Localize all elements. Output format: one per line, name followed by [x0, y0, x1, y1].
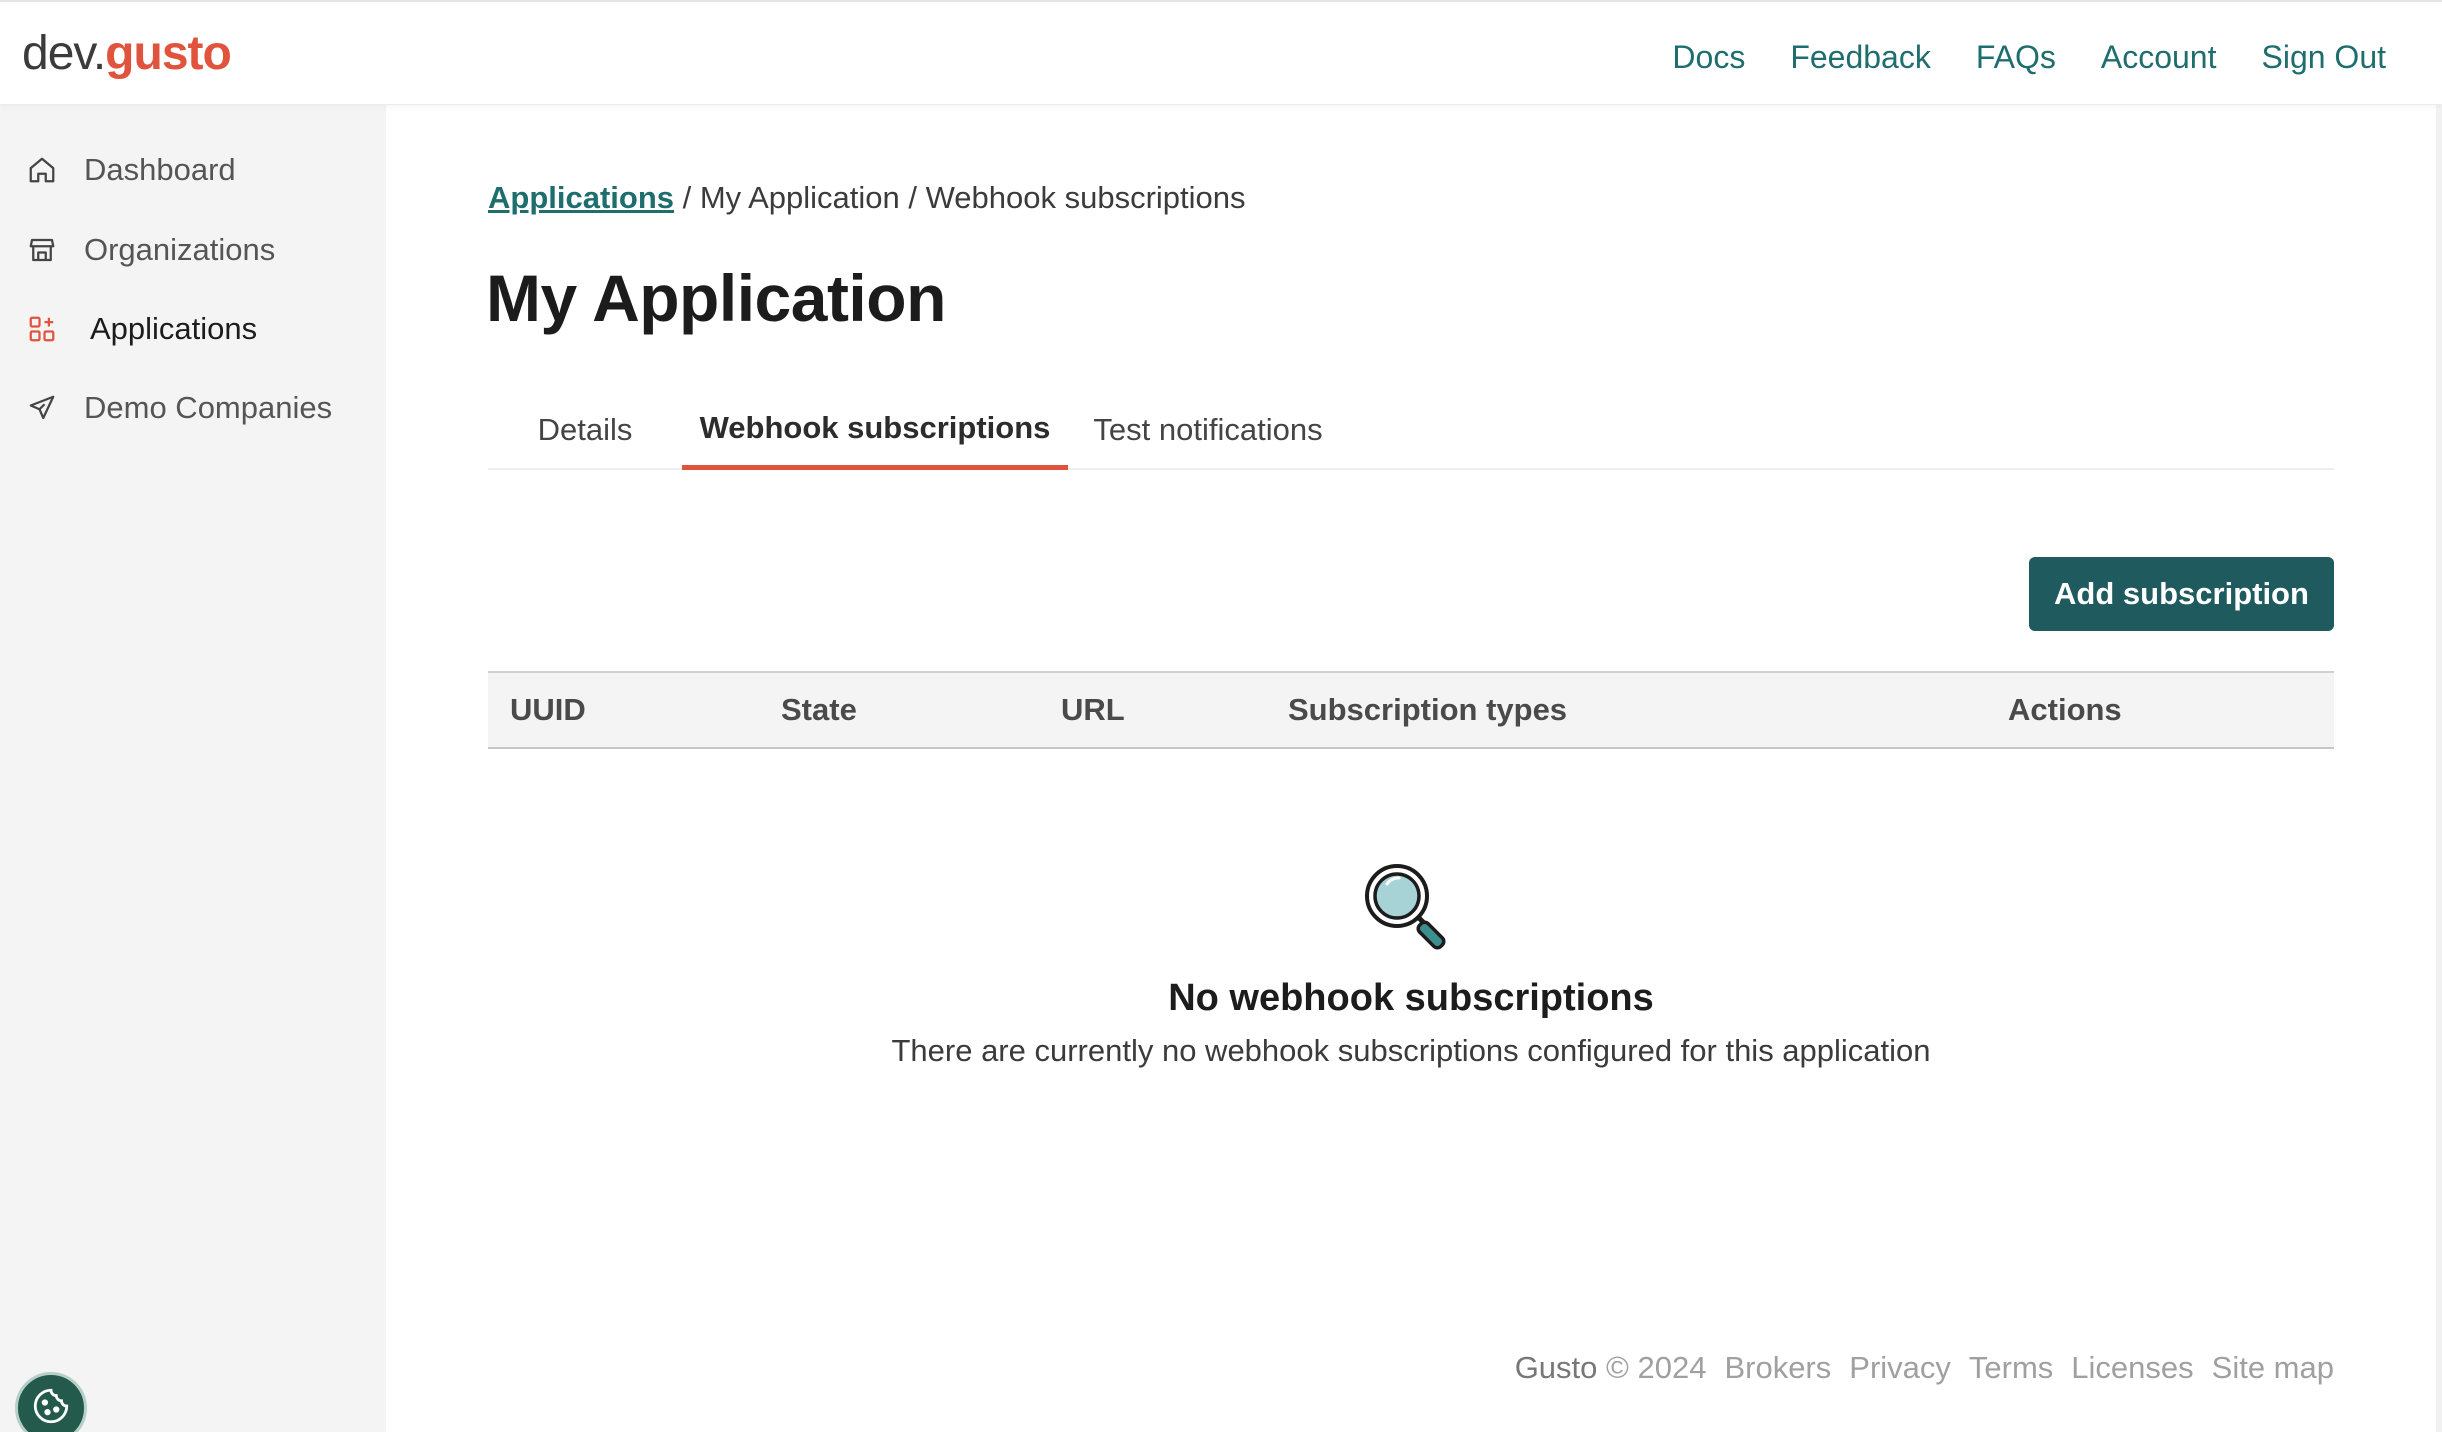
nav-sign-out-link[interactable]: Sign Out [2261, 32, 2386, 82]
sidebar-item-label: Applications [90, 311, 258, 346]
sidebar: Dashboard Organizations Applications Dem… [0, 105, 386, 1432]
tab-label: Webhook subscriptions [699, 409, 1051, 445]
nav-feedback-link[interactable]: Feedback [1790, 32, 1931, 82]
empty-state-title: No webhook subscriptions [1168, 977, 1654, 1019]
plane-icon [24, 390, 60, 426]
breadcrumb: Applications / My Application / Webhook … [488, 180, 1246, 216]
nav-docs-link[interactable]: Docs [1672, 32, 1745, 82]
sidebar-item-applications[interactable]: Applications [24, 299, 257, 359]
sidebar-item-organizations[interactable]: Organizations [24, 220, 275, 280]
top-bar: dev.gusto Docs Feedback FAQs Account Sig… [0, 0, 2442, 105]
footer-brand: Gusto [1514, 1350, 1598, 1385]
footer-privacy-link[interactable]: Privacy [1849, 1350, 1951, 1386]
tab-bar: Details Webhook subscriptions Test notif… [488, 390, 2334, 470]
table-header: UUID State URL Subscription types Action… [488, 671, 2334, 749]
logo-brand: gusto [105, 27, 232, 80]
footer: Gusto © 2024 Brokers Privacy Terms Licen… [1515, 1350, 2334, 1386]
column-header-actions[interactable]: Actions [2008, 673, 2122, 747]
breadcrumb-applications-link[interactable]: Applications [488, 180, 674, 215]
sidebar-item-dashboard[interactable]: Dashboard [24, 140, 236, 200]
empty-state-description: There are currently no webhook subscript… [891, 1033, 1931, 1068]
sidebar-item-label: Organizations [84, 232, 276, 267]
store-icon [24, 232, 60, 268]
footer-terms-link[interactable]: Terms [1969, 1350, 2053, 1386]
footer-site-map-link[interactable]: Site map [2212, 1350, 2334, 1386]
tab-webhook-subscriptions[interactable]: Webhook subscriptions [682, 390, 1068, 470]
sidebar-item-label: Dashboard [84, 152, 236, 187]
logo-prefix: dev. [22, 27, 106, 80]
footer-licenses-link[interactable]: Licenses [2071, 1350, 2193, 1386]
add-subscription-button[interactable]: Add subscription [2029, 557, 2334, 631]
column-header-state[interactable]: State [781, 673, 857, 747]
sidebar-item-demo-companies[interactable]: Demo Companies [24, 378, 332, 438]
scrollbar-track[interactable] [2436, 105, 2442, 1432]
sidebar-item-label: Demo Companies [84, 390, 333, 425]
footer-copyright: Gusto © 2024 [1515, 1350, 1707, 1386]
footer-brokers-link[interactable]: Brokers [1724, 1350, 1831, 1386]
apps-icon [24, 311, 60, 347]
footer-year: © 2024 [1606, 1350, 1707, 1385]
column-header-uuid[interactable]: UUID [510, 673, 586, 747]
tab-label: Details [537, 412, 633, 447]
breadcrumb-rest: / My Application / Webhook subscriptions [674, 180, 1246, 215]
column-header-url[interactable]: URL [1061, 673, 1125, 747]
page-title: My Application [486, 261, 946, 335]
top-nav: Docs Feedback FAQs Account Sign Out [1672, 32, 2386, 82]
nav-account-link[interactable]: Account [2101, 32, 2217, 82]
tab-details[interactable]: Details [488, 390, 682, 470]
cookie-icon [30, 1385, 72, 1432]
tab-label: Test notifications [1093, 412, 1323, 447]
logo[interactable]: dev.gusto [22, 24, 232, 84]
tab-test-notifications[interactable]: Test notifications [1068, 390, 1348, 470]
nav-faqs-link[interactable]: FAQs [1976, 32, 2056, 82]
home-icon [24, 152, 60, 188]
column-header-subscription-types[interactable]: Subscription types [1288, 673, 1567, 747]
main-content: Applications / My Application / Webhook … [386, 105, 2442, 1432]
magnifying-glass-icon [1361, 860, 1461, 965]
